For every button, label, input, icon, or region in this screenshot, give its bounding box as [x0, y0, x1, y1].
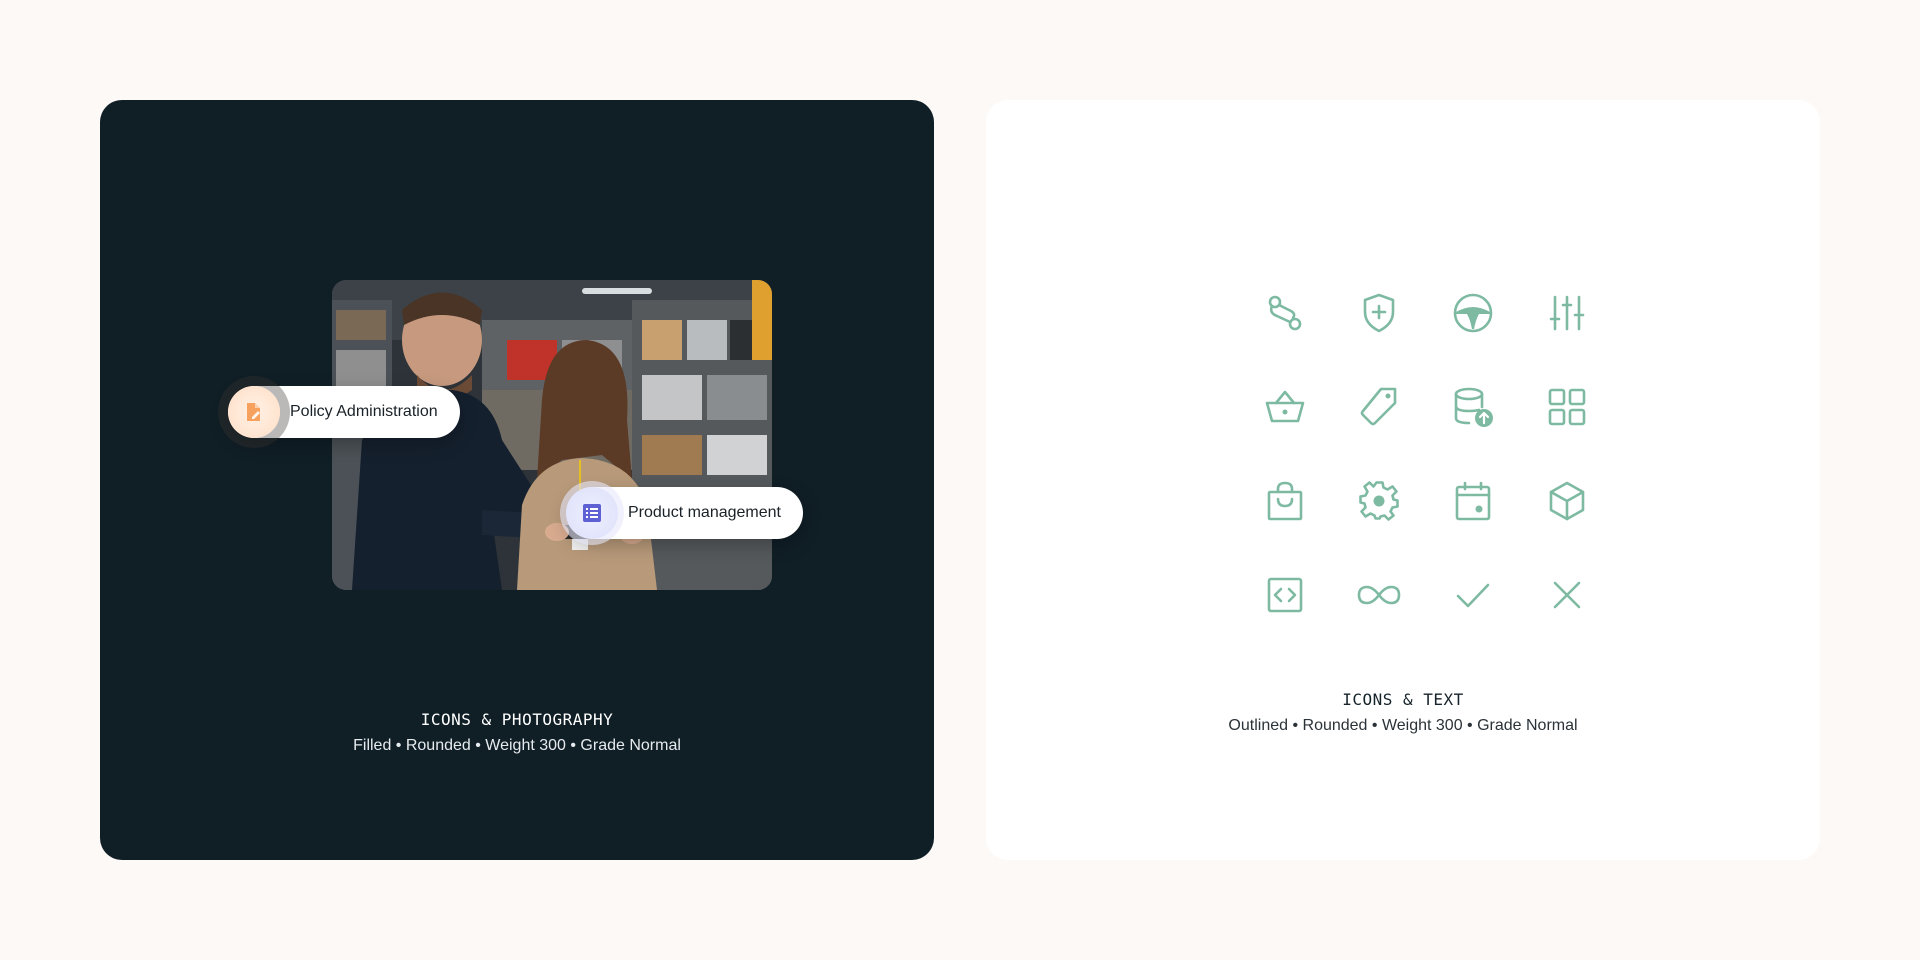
icons-text-card: ICONS & TEXT Outlined • Rounded • Weight…: [986, 100, 1820, 860]
sliders-icon: [1520, 266, 1614, 360]
tag-icon: [1332, 360, 1426, 454]
icons-text-caption: ICONS & TEXT Outlined • Rounded • Weight…: [986, 690, 1820, 735]
basket-icon: [1238, 360, 1332, 454]
product-management-pill[interactable]: Product management: [566, 487, 803, 539]
database-upload-icon: [1426, 360, 1520, 454]
gear-icon: [1332, 454, 1426, 548]
route-icon: [1238, 266, 1332, 360]
grid-icon: [1520, 360, 1614, 454]
policy-administration-pill[interactable]: Policy Administration: [228, 386, 460, 438]
code-icon: [1238, 548, 1332, 642]
infinity-icon: [1332, 548, 1426, 642]
close-icon: [1520, 548, 1614, 642]
cube-icon: [1520, 454, 1614, 548]
steering-wheel-icon: [1426, 266, 1520, 360]
shopping-bag-icon: [1238, 454, 1332, 548]
product-management-label: Product management: [628, 504, 781, 521]
calendar-icon: [1426, 454, 1520, 548]
caption-title: ICONS & TEXT: [1342, 690, 1464, 709]
photography-caption: ICONS & PHOTOGRAPHY Filled • Rounded • W…: [100, 710, 934, 755]
icon-grid: [1238, 266, 1614, 642]
shield-plus-icon: [1332, 266, 1426, 360]
caption-subtitle: Filled • Rounded • Weight 300 • Grade No…: [353, 737, 681, 754]
caption-title: ICONS & PHOTOGRAPHY: [420, 710, 614, 729]
policy-administration-label: Policy Administration: [290, 403, 438, 420]
photography-card: Policy Administration Product management…: [100, 100, 934, 860]
list-icon: [566, 487, 618, 539]
document-edit-icon: [228, 386, 280, 438]
check-icon: [1426, 548, 1520, 642]
caption-subtitle: Outlined • Rounded • Weight 300 • Grade …: [1228, 717, 1578, 734]
